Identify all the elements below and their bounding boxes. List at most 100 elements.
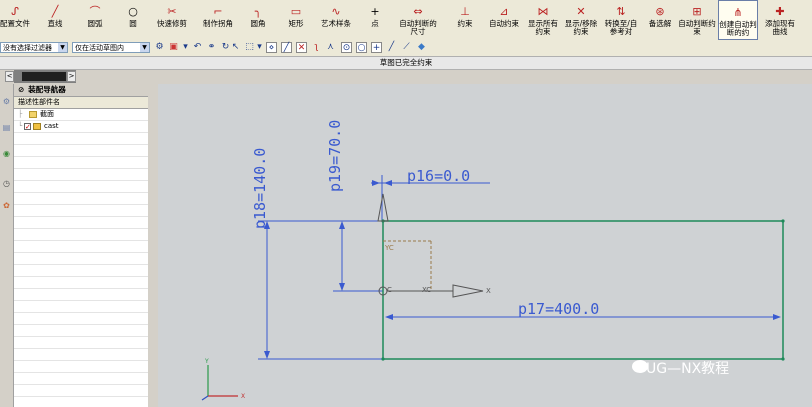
dim-p16-label[interactable]: p16=0.0 bbox=[407, 167, 470, 185]
fillet-button[interactable]: ╮ 圆角 bbox=[246, 0, 270, 40]
show-remove-constraints-button[interactable]: ✕ 显示/移除约束 bbox=[564, 0, 598, 40]
auto-constraint-button[interactable]: ⊿ 自动约束 bbox=[486, 0, 522, 40]
rectangle-button[interactable]: ▭ 矩形 bbox=[284, 0, 308, 40]
dim-p19-label[interactable]: p19=70.0 bbox=[326, 120, 344, 192]
empty-row bbox=[14, 157, 148, 169]
empty-row bbox=[14, 205, 148, 217]
circle-button[interactable]: ○ 圆 bbox=[122, 0, 144, 40]
empty-row bbox=[14, 193, 148, 205]
column-header[interactable]: 描述性部件名 bbox=[14, 97, 148, 109]
wcs-y-label: Y bbox=[204, 358, 209, 365]
dim-p19-arrow-bottom bbox=[339, 283, 345, 291]
snap-quadrant-icon[interactable]: ○ bbox=[356, 42, 367, 53]
sketch-vertex-top-right[interactable] bbox=[781, 219, 785, 223]
chevron-down-icon: ▼ bbox=[140, 43, 149, 52]
spline-button[interactable]: ∿ 艺术样条 bbox=[318, 0, 354, 40]
convert-reference-button[interactable]: ⇅ 转换至/自参考对 bbox=[602, 0, 640, 40]
empty-row bbox=[14, 349, 148, 361]
infer-constraint-button[interactable]: ⊞ 自动判断约束 bbox=[678, 0, 716, 40]
alternate-solution-button[interactable]: ⊛ 备选解 bbox=[644, 0, 676, 40]
snap-line-icon[interactable]: ╱ bbox=[281, 42, 292, 53]
history-icon[interactable]: ◷ bbox=[1, 178, 12, 189]
checkbox[interactable]: ✓ bbox=[24, 123, 31, 131]
resource-bar: ⚙ ▤ ◉ ◷ ✿ bbox=[0, 84, 14, 407]
nav-next-button[interactable]: > bbox=[67, 71, 76, 82]
show-all-constraints-button[interactable]: ⋈ 显示所有约束 bbox=[526, 0, 560, 40]
web-browser-icon[interactable]: ◉ bbox=[1, 148, 12, 159]
add-curves-icon: ✚ bbox=[775, 5, 785, 18]
circle-icon: ○ bbox=[128, 5, 138, 18]
create-inferred-icon: ⋔ bbox=[733, 6, 743, 19]
empty-row bbox=[14, 169, 148, 181]
infer-constraint-icon: ⊞ bbox=[692, 5, 702, 18]
assembly-navigator-icon[interactable]: ⚙ bbox=[1, 96, 12, 107]
snap-tangent-icon[interactable]: ⟋ bbox=[401, 42, 412, 53]
snap-midpoint-icon[interactable]: ✕ bbox=[296, 42, 307, 53]
snap-endpoint-icon[interactable]: ⋄ bbox=[266, 42, 277, 53]
snap-solid-icon[interactable]: ◆ bbox=[416, 42, 427, 53]
dim-p18-label[interactable]: p18=140.0 bbox=[251, 148, 269, 229]
dimension-icon: ⇔ bbox=[413, 5, 423, 18]
constraint-icon: ⊥ bbox=[460, 5, 470, 18]
point-icon: + bbox=[370, 5, 380, 18]
sketch-vertex-bottom-right[interactable] bbox=[781, 357, 785, 361]
dim-p17-label[interactable]: p17=400.0 bbox=[518, 300, 599, 318]
rectangle-icon: ▭ bbox=[290, 5, 302, 18]
chevron-left-icon: < bbox=[6, 72, 13, 80]
inferred-dimension-button[interactable]: ⇔ 自动判断的尺寸 bbox=[398, 0, 438, 40]
convert-reference-icon: ⇅ bbox=[616, 5, 626, 18]
csys-yc-label: YC bbox=[384, 244, 394, 252]
empty-row bbox=[14, 289, 148, 301]
profile-icon: ᔑ bbox=[11, 5, 19, 18]
tree-line: ├ bbox=[18, 110, 23, 118]
snap-curve-icon[interactable]: ʅ bbox=[311, 42, 322, 53]
empty-row bbox=[14, 217, 148, 229]
tree-line: └ bbox=[18, 122, 23, 130]
snap-center-icon[interactable]: ⊙ bbox=[341, 42, 352, 53]
link-icon[interactable]: ⚭ bbox=[206, 42, 217, 53]
empty-row bbox=[14, 265, 148, 277]
make-corner-button[interactable]: ⌐ 制作拐角 bbox=[200, 0, 236, 40]
dim-p19-arrow-top bbox=[339, 221, 345, 229]
chevron-down-icon[interactable]: ▾ bbox=[180, 42, 191, 53]
empty-row bbox=[14, 133, 148, 145]
fillet-icon: ╮ bbox=[254, 5, 262, 18]
point-button[interactable]: + 点 bbox=[364, 0, 386, 40]
empty-row bbox=[14, 181, 148, 193]
add-existing-curves-button[interactable]: ✚ 添加现有曲线 bbox=[762, 0, 798, 40]
tree-row-cast[interactable]: └ ✓ cast bbox=[14, 121, 148, 133]
roles-icon[interactable]: ✿ bbox=[1, 200, 12, 211]
line-button[interactable]: ╱ 直线 bbox=[42, 0, 68, 40]
assembly-navigator-panel: ⊘ 装配导航器 描述性部件名 ├ 截面 └ ✓ cast bbox=[14, 84, 149, 407]
csys-x-label: X bbox=[486, 287, 491, 295]
arc-button[interactable]: ⌒ 圆弧 bbox=[82, 0, 108, 40]
tree-row-section[interactable]: ├ 截面 bbox=[14, 109, 148, 121]
selection-scope-dropdown[interactable]: 仅在活动草图内 ▼ bbox=[72, 42, 150, 53]
panel-splitter[interactable] bbox=[148, 84, 158, 407]
chevron-right-icon: > bbox=[68, 72, 75, 80]
constraint-button[interactable]: ⊥ 约束 bbox=[452, 0, 478, 40]
profile-button[interactable]: ᔑ 配置文件 bbox=[0, 0, 30, 40]
csys-x-arrow-icon bbox=[452, 284, 484, 298]
sketch-vertex-bottom-left[interactable] bbox=[381, 357, 385, 361]
chevron-down-icon[interactable]: ▾ bbox=[254, 42, 265, 53]
corner-icon: ⌐ bbox=[213, 5, 223, 18]
undo-select-icon[interactable]: ↶ bbox=[192, 42, 203, 53]
select-all-icon[interactable]: ▣ bbox=[168, 42, 179, 53]
cursor-icon[interactable]: ↖ bbox=[230, 42, 241, 53]
empty-row bbox=[14, 229, 148, 241]
selection-filter-dropdown[interactable]: 没有选择过滤器 ▼ bbox=[0, 42, 68, 53]
navigator-tab[interactable] bbox=[22, 72, 66, 81]
pin-icon[interactable]: ⊘ bbox=[18, 85, 24, 94]
empty-row bbox=[14, 301, 148, 313]
nav-prev-button[interactable]: < bbox=[5, 71, 14, 82]
create-inferred-constraints-button[interactable]: ⋔ 创建自动判断的约 bbox=[718, 0, 758, 40]
empty-row bbox=[14, 373, 148, 385]
part-navigator-icon[interactable]: ▤ bbox=[1, 122, 12, 133]
quick-trim-button[interactable]: ✂ 快速修剪 bbox=[154, 0, 190, 40]
snap-on-curve-icon[interactable]: ╱ bbox=[386, 42, 397, 53]
snap-intersection-icon[interactable]: ⋏ bbox=[325, 42, 336, 53]
snap-point-icon[interactable]: + bbox=[371, 42, 382, 53]
filter-icon[interactable]: ⚙ bbox=[154, 42, 165, 53]
remove-constraints-icon: ✕ bbox=[576, 5, 586, 18]
